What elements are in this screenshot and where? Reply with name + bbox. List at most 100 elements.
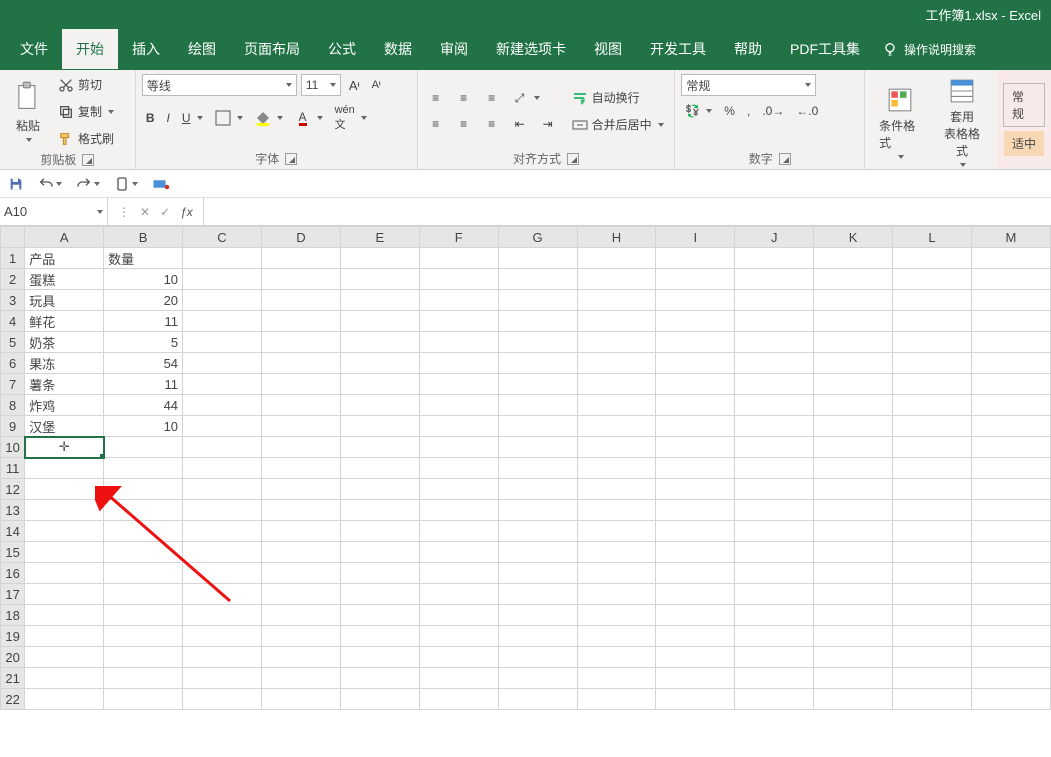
cell-H19[interactable] — [577, 626, 656, 647]
cell-H6[interactable] — [577, 353, 656, 374]
cell-F7[interactable] — [419, 374, 498, 395]
cell-E15[interactable] — [340, 542, 419, 563]
cancel-formula-button[interactable]: ✕ — [140, 205, 150, 219]
row-header-6[interactable]: 6 — [1, 353, 25, 374]
col-header-G[interactable]: G — [498, 227, 577, 248]
cell-A18[interactable] — [25, 605, 104, 626]
align-left-button[interactable]: ≡ — [424, 114, 448, 134]
cell-G5[interactable] — [498, 332, 577, 353]
cell-E12[interactable] — [340, 479, 419, 500]
cell-H5[interactable] — [577, 332, 656, 353]
cell-A1[interactable]: 产品 — [25, 248, 104, 269]
cell-D3[interactable] — [261, 290, 340, 311]
undo-button[interactable] — [38, 176, 62, 192]
tell-me-search[interactable]: 操作说明搜索 — [882, 41, 976, 58]
cell-F8[interactable] — [419, 395, 498, 416]
format-painter-button[interactable]: 格式刷 — [54, 128, 118, 149]
cell-J1[interactable] — [735, 248, 814, 269]
row-header-15[interactable]: 15 — [1, 542, 25, 563]
cell-G15[interactable] — [498, 542, 577, 563]
cell-H12[interactable] — [577, 479, 656, 500]
tab-file[interactable]: 文件 — [6, 29, 62, 69]
cell-L14[interactable] — [893, 521, 972, 542]
redo-button[interactable] — [76, 176, 100, 192]
cell-I19[interactable] — [656, 626, 735, 647]
cell-A11[interactable] — [25, 458, 104, 479]
cell-E16[interactable] — [340, 563, 419, 584]
cell-K13[interactable] — [814, 500, 893, 521]
cell-F15[interactable] — [419, 542, 498, 563]
cell-J11[interactable] — [735, 458, 814, 479]
cell-K9[interactable] — [814, 416, 893, 437]
cell-C1[interactable] — [183, 248, 262, 269]
cell-styles-preview[interactable]: 常规 适中 — [997, 70, 1051, 169]
cell-A9[interactable]: 汉堡 — [25, 416, 104, 437]
cell-E18[interactable] — [340, 605, 419, 626]
cell-C11[interactable] — [183, 458, 262, 479]
cell-F16[interactable] — [419, 563, 498, 584]
tab-draw[interactable]: 绘图 — [174, 29, 230, 69]
phonetic-button[interactable]: wén文 — [331, 102, 371, 134]
cell-I1[interactable] — [656, 248, 735, 269]
cell-L8[interactable] — [893, 395, 972, 416]
cell-G4[interactable] — [498, 311, 577, 332]
row-header-13[interactable]: 13 — [1, 500, 25, 521]
tab-insert[interactable]: 插入 — [118, 29, 174, 69]
cell-F20[interactable] — [419, 647, 498, 668]
cell-I10[interactable] — [656, 437, 735, 458]
row-header-8[interactable]: 8 — [1, 395, 25, 416]
cell-J9[interactable] — [735, 416, 814, 437]
cell-G6[interactable] — [498, 353, 577, 374]
cell-D8[interactable] — [261, 395, 340, 416]
cell-J16[interactable] — [735, 563, 814, 584]
cell-K19[interactable] — [814, 626, 893, 647]
cell-H20[interactable] — [577, 647, 656, 668]
cell-E21[interactable] — [340, 668, 419, 689]
row-header-17[interactable]: 17 — [1, 584, 25, 605]
cell-M13[interactable] — [971, 500, 1050, 521]
cell-A14[interactable] — [25, 521, 104, 542]
col-header-E[interactable]: E — [340, 227, 419, 248]
cell-J12[interactable] — [735, 479, 814, 500]
cell-L22[interactable] — [893, 689, 972, 710]
align-center-button[interactable]: ≡ — [452, 114, 476, 134]
cell-J17[interactable] — [735, 584, 814, 605]
row-header-14[interactable]: 14 — [1, 521, 25, 542]
cell-D17[interactable] — [261, 584, 340, 605]
cell-J7[interactable] — [735, 374, 814, 395]
row-header-22[interactable]: 22 — [1, 689, 25, 710]
cell-D22[interactable] — [261, 689, 340, 710]
cell-L9[interactable] — [893, 416, 972, 437]
cell-K3[interactable] — [814, 290, 893, 311]
tab-page-layout[interactable]: 页面布局 — [230, 29, 314, 69]
cell-G2[interactable] — [498, 269, 577, 290]
tab-home[interactable]: 开始 — [62, 29, 118, 69]
cell-M10[interactable] — [971, 437, 1050, 458]
cell-K11[interactable] — [814, 458, 893, 479]
cell-E20[interactable] — [340, 647, 419, 668]
cell-E11[interactable] — [340, 458, 419, 479]
cell-I14[interactable] — [656, 521, 735, 542]
increase-font-button[interactable]: Aᶧ — [345, 76, 364, 95]
cell-C21[interactable] — [183, 668, 262, 689]
cell-G10[interactable] — [498, 437, 577, 458]
row-header-18[interactable]: 18 — [1, 605, 25, 626]
cell-H8[interactable] — [577, 395, 656, 416]
decrease-decimal-button[interactable]: ←.0 — [792, 102, 822, 120]
cell-M20[interactable] — [971, 647, 1050, 668]
cell-G18[interactable] — [498, 605, 577, 626]
cell-M22[interactable] — [971, 689, 1050, 710]
cell-D13[interactable] — [261, 500, 340, 521]
font-dialog-launcher[interactable] — [285, 153, 297, 165]
cell-K6[interactable] — [814, 353, 893, 374]
cell-G14[interactable] — [498, 521, 577, 542]
cell-D7[interactable] — [261, 374, 340, 395]
cell-F12[interactable] — [419, 479, 498, 500]
cell-M14[interactable] — [971, 521, 1050, 542]
cell-B17[interactable] — [104, 584, 183, 605]
cell-B10[interactable] — [104, 437, 183, 458]
cell-C7[interactable] — [183, 374, 262, 395]
cell-B4[interactable]: 11 — [104, 311, 183, 332]
cell-B19[interactable] — [104, 626, 183, 647]
cell-G22[interactable] — [498, 689, 577, 710]
